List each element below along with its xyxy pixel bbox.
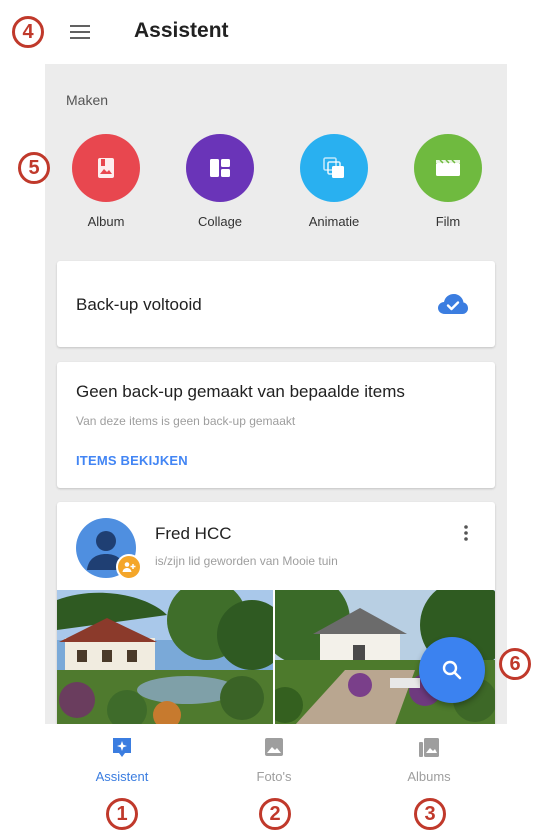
nav-tab-assistant[interactable]: Assistent: [62, 736, 182, 784]
group-add-badge-icon: [116, 554, 142, 580]
nav-label-photos: Foto's: [256, 769, 292, 784]
search-fab-button[interactable]: [419, 637, 485, 703]
person-activity-text: is/zijn lid geworden van Mooie tuin: [155, 554, 338, 568]
nav-tab-albums[interactable]: Albums: [369, 736, 489, 784]
assistant-icon: [113, 738, 131, 757]
assistant-feed[interactable]: Maken Album Collage Animatie Film Back-u…: [45, 64, 507, 724]
backup-status-text: Back-up voltooid: [76, 295, 202, 314]
collage-icon: [186, 134, 254, 202]
create-animation-button[interactable]: Animatie: [294, 134, 374, 229]
garden-photo-1[interactable]: [57, 590, 273, 724]
create-heading: Maken: [66, 92, 109, 108]
backup-missing-subtitle: Van deze items is geen back-up gemaakt: [76, 414, 296, 428]
backup-status-card[interactable]: Back-up voltooid: [57, 261, 495, 347]
create-animation-label: Animatie: [308, 214, 360, 229]
search-icon: [442, 660, 462, 680]
create-collage-button[interactable]: Collage: [180, 134, 260, 229]
hamburger-menu-icon[interactable]: [68, 24, 92, 40]
callout-4: 4: [12, 16, 44, 48]
movie-icon: [414, 134, 482, 202]
photo-icon: [265, 738, 283, 756]
page-title: Assistent: [134, 19, 229, 42]
callout-2: 2: [259, 798, 291, 830]
cloud-done-icon[interactable]: [437, 293, 469, 315]
animation-icon: [300, 134, 368, 202]
create-movie-label: Film: [435, 214, 461, 229]
nav-label-albums: Albums: [407, 769, 451, 784]
albums-icon: [419, 738, 439, 757]
backup-missing-card: Geen back-up gemaakt van bepaalde items …: [57, 362, 495, 488]
callout-6: 6: [499, 648, 531, 680]
bottom-navigation: Assistent Foto's Albums: [0, 724, 545, 786]
callout-3: 3: [414, 798, 446, 830]
create-album-label: Album: [87, 214, 125, 229]
person-name: Fred HCC: [155, 524, 232, 543]
create-collage-label: Collage: [197, 214, 243, 229]
callout-1: 1: [106, 798, 138, 830]
create-movie-button[interactable]: Film: [408, 134, 488, 229]
nav-label-assistant: Assistent: [95, 769, 149, 784]
top-app-bar: 4 Assistent: [0, 0, 545, 62]
backup-missing-title: Geen back-up gemaakt van bepaalde items: [76, 382, 405, 401]
album-icon: [72, 134, 140, 202]
view-items-link[interactable]: ITEMS BEKIJKEN: [76, 453, 188, 468]
nav-tab-photos[interactable]: Foto's: [214, 736, 334, 784]
callout-5: 5: [18, 152, 50, 184]
create-album-button[interactable]: Album: [66, 134, 146, 229]
more-vert-icon[interactable]: [463, 524, 469, 542]
